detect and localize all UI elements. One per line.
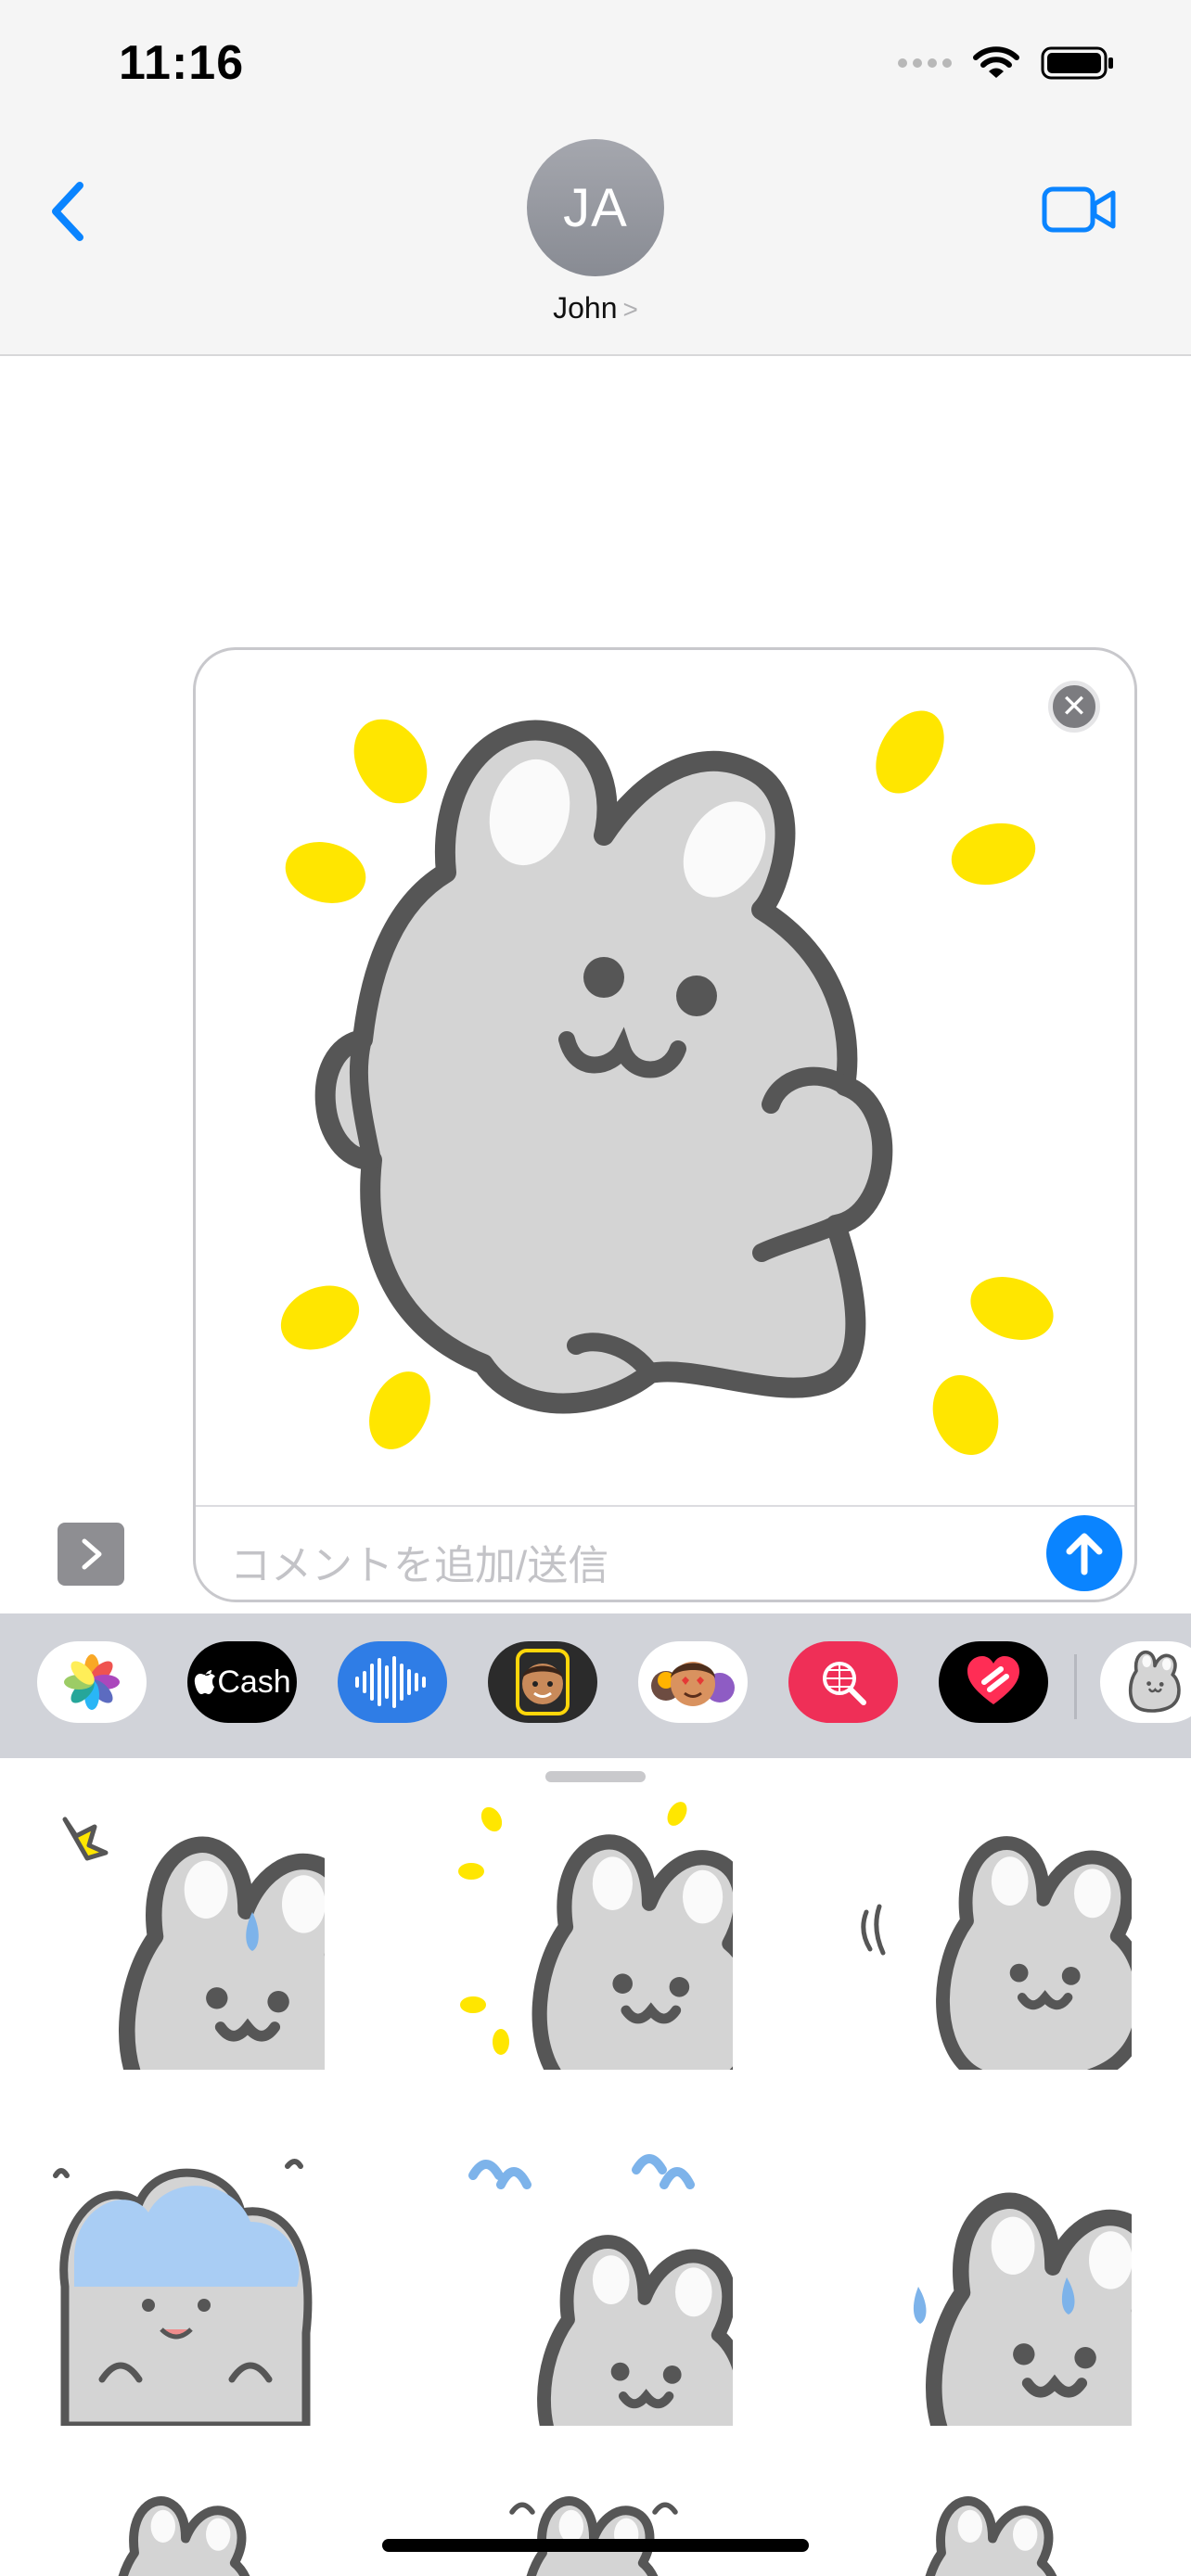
- chevron-right-icon: >: [622, 295, 638, 324]
- app-drawer: Cash: [0, 1613, 1191, 1758]
- back-chevron-icon[interactable]: [41, 174, 96, 249]
- sticker-bunny-row3-3[interactable]: [872, 2481, 1113, 2576]
- sticker-bunny-blue-ears[interactable]: [455, 2148, 733, 2426]
- panel-grabber[interactable]: [545, 1771, 646, 1782]
- contact-avatar[interactable]: JA: [527, 139, 664, 276]
- home-indicator[interactable]: [382, 2539, 809, 2552]
- memoji-app-icon[interactable]: [488, 1641, 597, 1723]
- battery-icon: [1041, 46, 1113, 80]
- memoji-stickers-icon: [651, 1662, 735, 1706]
- comment-input[interactable]: コメントを追加/送信: [230, 1532, 608, 1591]
- status-time: 11:16: [119, 36, 245, 90]
- video-call-icon[interactable]: [1041, 182, 1117, 237]
- image-search-app-icon[interactable]: [788, 1641, 898, 1723]
- sticker-preview: [280, 710, 1054, 1455]
- send-button[interactable]: [1046, 1515, 1122, 1591]
- expand-apps-button[interactable]: [58, 1523, 124, 1586]
- chevron-right-icon: [82, 1538, 102, 1570]
- contact-name: John: [553, 291, 618, 325]
- close-icon: ✕: [1060, 689, 1088, 724]
- contact-name-link[interactable]: John >: [0, 291, 1191, 325]
- sticker-bunny-row3-2[interactable]: [473, 2481, 714, 2576]
- bunny-stickers-app-icon[interactable]: [1100, 1641, 1191, 1723]
- cash-label: Cash: [217, 1664, 291, 1700]
- sticker-bunny-sparkle[interactable]: [455, 1792, 733, 2070]
- sticker-panel: [0, 1758, 1191, 2576]
- sticker-bunny-surprised[interactable]: [46, 1792, 325, 2070]
- waveform-icon: [355, 1656, 426, 1708]
- arrow-up-icon: [1066, 1533, 1103, 1575]
- digital-touch-app-icon[interactable]: [939, 1641, 1048, 1723]
- bunny-sticker-icon: [1118, 1645, 1191, 1719]
- navigation-bar: 11:16 JA John >: [0, 0, 1191, 356]
- drawer-separator: [1074, 1654, 1077, 1719]
- card-divider: [196, 1505, 1134, 1507]
- cellular-signal-icon: [898, 58, 952, 68]
- sticker-preview-card: [193, 647, 1137, 1602]
- apple-cash-app-icon[interactable]: Cash: [187, 1641, 297, 1723]
- globe-search-icon: [823, 1662, 866, 1705]
- memoji-stickers-app-icon[interactable]: [638, 1641, 748, 1723]
- wifi-icon: [973, 46, 1019, 78]
- memoji-icon: [516, 1649, 570, 1715]
- heart-icon: [967, 1656, 1019, 1704]
- photos-app-icon[interactable]: [37, 1641, 147, 1723]
- audio-message-app-icon[interactable]: [338, 1641, 447, 1723]
- remove-sticker-button[interactable]: ✕: [1048, 681, 1100, 733]
- sticker-bunny-sweat[interactable]: [853, 2148, 1132, 2426]
- sticker-bunny-blue-shock[interactable]: [46, 2148, 325, 2426]
- photos-icon: [64, 1654, 120, 1710]
- sticker-bunny-shiver[interactable]: [853, 1792, 1132, 2070]
- apple-logo-icon: [195, 1670, 216, 1694]
- status-icons: [898, 45, 1115, 82]
- sticker-bunny-row3-1[interactable]: [65, 2481, 306, 2576]
